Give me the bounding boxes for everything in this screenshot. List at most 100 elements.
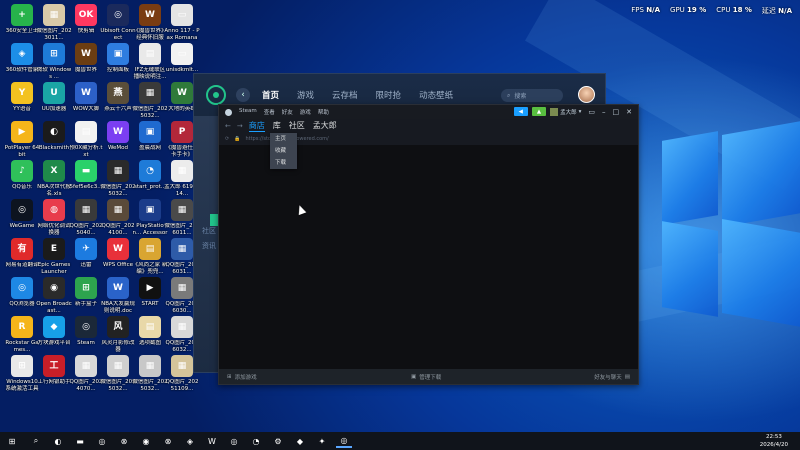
steam-menu-item[interactable]: Steam [239,108,257,116]
system-clock[interactable]: 22:53 2026/4/20 [760,433,788,449]
desktop-icon[interactable]: ▶ START [132,277,168,308]
broadcast-button[interactable]: ◀ [513,107,528,116]
desktop-icon[interactable]: ◎ WeGame [4,199,40,230]
steam-nav-tab[interactable]: 社区 [289,120,305,132]
launcher-tab[interactable]: 游戏 [297,89,314,101]
desktop-icon[interactable]: ⊞ 新手盒子 [68,277,104,308]
ubisoft-app[interactable]: ◎ [94,434,110,448]
desktop-icon[interactable]: ◔ start_prot... [132,160,168,191]
desktop-icon[interactable]: ◎ QQ浏览器 [4,277,40,308]
desktop-icon[interactable]: ▦ 微信图片_2025032... [132,355,168,392]
add-game-button[interactable]: ⊞ 添加游戏 [227,373,257,381]
nav-back-button[interactable]: ← [225,122,231,130]
file-explorer-app[interactable]: ▬ [72,434,88,448]
desktop-icon[interactable]: U UU加速器 [36,82,72,113]
desktop-icon[interactable]: ♪ QQ音乐 [4,160,40,191]
close-button[interactable]: ✕ [626,108,632,116]
search-button[interactable]: ⌕ [28,434,44,448]
steam-nav-tab[interactable]: 孟大郎 [313,120,337,132]
steam-nav-tab[interactable]: 库 [273,120,281,132]
launcher-tab[interactable]: 云存档 [332,89,358,101]
big-picture-icon[interactable]: ▭ [588,108,595,116]
desktop-icon[interactable]: ⊞ Windows10系统激活工具 [4,355,40,392]
desktop-icon[interactable]: ▭ Anno 117 - Pax Romana [164,4,200,41]
desktop-icon[interactable]: ▦ QQ图片_2024070... [68,355,104,392]
steam-menu-item[interactable]: 帮助 [318,108,329,116]
maximize-button[interactable]: □ [613,108,620,116]
dropdown-item[interactable]: 收藏 [270,145,297,157]
desktop-icon[interactable]: ◈ 360软件管家 [4,43,40,74]
desktop-icon[interactable]: ▤ 预0X藏分析.txt [68,121,104,158]
steam-menu-item[interactable]: 游戏 [300,108,311,116]
desktop-icon[interactable]: ▭ unisdkmlt... [164,43,200,74]
launcher-tab[interactable]: 限时抢 [376,89,402,101]
launcher-tab[interactable]: 首页 [262,89,280,106]
desktop-icon[interactable]: ◎ Ubisoft Connect [100,4,136,41]
chrome-app[interactable]: ◉ [138,434,154,448]
desktop-icon[interactable]: ◍ 网络优化调试换器 [36,199,72,236]
desktop-icon[interactable]: 风风灵月影修改器 [100,316,136,353]
desktop-icon[interactable]: ▦ 微信图片_2025032... [100,355,136,392]
desktop-icon[interactable]: ◎ Steam [68,316,104,347]
xbox2-app[interactable]: ⊗ [160,434,176,448]
desktop-icon[interactable]: ▬ 5fef5e6c3... [68,160,104,191]
steam-window[interactable]: Steam 查看 好友 游戏 帮助 ◀ ▲ 孟大郎 ▾ ▭ – □ ✕ ← → 商店库社… [218,104,639,385]
steam-app[interactable]: ◎ [336,434,352,448]
desktop-icon[interactable]: R Rockstar Games... [4,316,40,353]
steam-nav-tab[interactable]: 商店 [248,120,265,132]
desktop-icon[interactable]: ▦ 微信图片_2025032... [100,160,136,197]
desktop-icon[interactable]: Y YY语音 [4,82,40,113]
desktop-icon[interactable]: ⊞ 微软 Windows ... [36,43,72,80]
desktop-icon[interactable]: ▣ PlayStation... Accessories [132,199,168,236]
manage-downloads-button[interactable]: ▣ 管理下载 [411,373,441,381]
friends-chat-button[interactable]: 好友与聊天 ▤ [594,373,630,381]
desktop-icon[interactable]: W 魔兽世界 [68,43,104,74]
desktop-icon[interactable]: W NBA大发赢规则说明.doc [100,277,136,314]
settings-app[interactable]: ⚙ [270,434,286,448]
desktop-icon[interactable]: 工工行网银助手 [36,355,72,386]
desktop-icon[interactable]: ▦ QQ图片_2025040... [68,199,104,236]
desktop-icon[interactable]: ✈ 迅雷 [68,238,104,269]
desktop-icon[interactable]: ▶ PotPlayer 64 bit [4,121,40,158]
minimize-button[interactable]: – [602,108,606,116]
desktop-icon[interactable]: ▦ QQ图片_2024100... [100,199,136,236]
desktop-icon[interactable]: 燕燕云十六声 [100,82,136,113]
notification-button[interactable]: ▲ [531,107,547,116]
desktop-icon[interactable]: W 《魔兽世界》经典怀旧服 [132,4,168,41]
uu-app[interactable]: ✦ [314,434,330,448]
start-button[interactable]: ⊞ [4,434,20,448]
desktop-icon[interactable]: ▤ 选项截图 [132,316,168,347]
steam-content-area[interactable] [219,145,638,369]
desktop-icon[interactable]: ◐ Blacksmith [36,121,72,152]
desktop-icon[interactable]: ◉ Open Broadcast... [36,277,72,314]
desktop-icon[interactable]: W WeMod [100,121,136,152]
qq-app[interactable]: ◔ [248,434,264,448]
back-button[interactable]: ‹ [236,88,250,102]
fengling-app[interactable]: ◈ [182,434,198,448]
dropdown-item[interactable]: 主页 [270,133,297,145]
wps-app[interactable]: W [204,434,220,448]
desktop-icon[interactable]: ▣ 盈晨战网 [132,121,168,152]
desktop-icon[interactable]: +360安全卫士 [4,4,40,35]
desktop-icon[interactable]: ▦ 微信图片_2025032... [132,82,168,119]
desktop-icon[interactable]: X NBA次世代报名.xls [36,160,72,197]
desktop-icon[interactable]: ▣ 控制面板 [100,43,136,74]
desktop-icon[interactable]: ▤ IFZ无缝联区播映说明注... [132,43,168,80]
desktop-icon[interactable]: 有网易有道翻译 [4,238,40,269]
launcher-search-input[interactable]: ⌕ 搜索 [501,89,563,102]
qq-browser-app[interactable]: ◎ [226,434,242,448]
steam-menu-item[interactable]: 查看 [264,108,275,116]
desktop-icon[interactable]: ◆ 方块游戏平台 [36,316,72,347]
user-avatar[interactable] [578,86,595,103]
desktop-icon[interactable]: ▦ 微信图片_2023011... [36,4,72,41]
game-app[interactable]: ◆ [292,434,308,448]
desktop-icon[interactable]: W WOW大脚 [68,82,104,113]
edge-app[interactable]: ◐ [50,434,66,448]
steam-menu-item[interactable]: 好友 [282,108,293,116]
desktop-icon[interactable]: ▤ 《风尚之家 新编》兜兜... [132,238,168,275]
nav-forward-button[interactable]: → [237,122,243,130]
launcher-tab[interactable]: 动态壁纸 [419,89,453,101]
refresh-icon[interactable]: ⟳ [225,136,229,142]
steam-user-menu[interactable]: 孟大郎 ▾ [550,107,581,116]
desktop-icon[interactable]: E Epic Games Launcher [36,238,72,275]
